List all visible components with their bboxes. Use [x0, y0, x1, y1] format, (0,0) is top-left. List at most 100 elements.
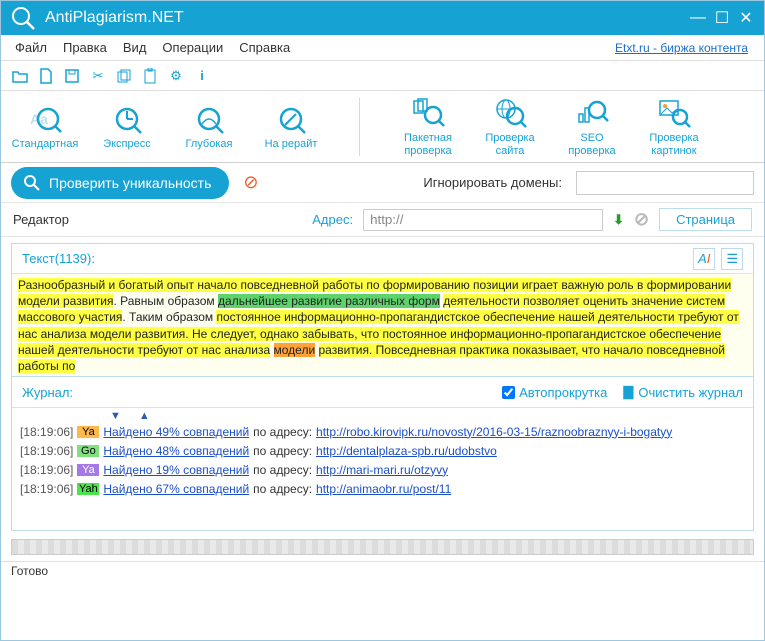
minimize-button[interactable]: — — [688, 9, 708, 27]
found-link[interactable]: Найдено 49% совпадений — [103, 425, 249, 439]
journal-row: [18:19:06] Ya Найдено 19% совпадений по … — [20, 460, 745, 479]
brush-icon: ▇ — [623, 384, 633, 400]
info-icon[interactable]: i — [193, 67, 211, 85]
cut-icon[interactable]: ✂ — [89, 67, 107, 85]
site-check-icon — [493, 96, 527, 130]
menu-operations[interactable]: Операции — [154, 37, 231, 58]
address-input[interactable] — [363, 209, 603, 231]
journal-header: Журнал: Автопрокрутка ▇Очистить журнал — [12, 376, 753, 408]
mode-express[interactable]: Экспресс — [89, 100, 165, 152]
mode-images[interactable]: Проверка картинок — [636, 94, 712, 158]
settings-icon[interactable]: ⚙ — [167, 67, 185, 85]
engine-badge: Ya — [77, 426, 99, 438]
express-search-icon — [110, 102, 144, 136]
mode-label: На рерайт — [265, 138, 318, 150]
mode-site[interactable]: Проверка сайта — [472, 94, 548, 158]
journal-label: Журнал: — [22, 385, 73, 400]
menu-file[interactable]: Файл — [7, 37, 55, 58]
row-time: [18:19:06] — [20, 425, 73, 439]
editor-mode-list-icon[interactable]: ☰ — [721, 248, 743, 270]
mode-seo[interactable]: SEO проверка — [554, 94, 630, 158]
menu-view[interactable]: Вид — [115, 37, 155, 58]
image-check-icon — [657, 96, 691, 130]
deep-search-icon — [192, 102, 226, 136]
mode-label: Проверка сайта — [485, 132, 534, 156]
ignore-domains-input[interactable] — [576, 171, 754, 195]
check-button-label: Проверить уникальность — [49, 175, 211, 191]
mode-batch[interactable]: Пакетная проверка — [390, 94, 466, 158]
mode-label: Проверка картинок — [649, 132, 698, 156]
autoscroll-input[interactable] — [502, 386, 515, 399]
url-link[interactable]: http://mari-mari.ru/otzyvy — [316, 463, 448, 477]
new-file-icon[interactable] — [37, 67, 55, 85]
sort-down-icon[interactable]: ▼ — [110, 410, 121, 422]
editor-panel: Текст(1139): AI ☰ Разнообразный и богаты… — [11, 243, 754, 531]
text-count-label: Текст(1139): — [22, 251, 95, 266]
menu-help[interactable]: Справка — [231, 37, 298, 58]
mode-rewrite[interactable]: На рерайт — [253, 100, 329, 152]
clear-journal-button[interactable]: ▇Очистить журнал — [623, 384, 743, 400]
status-text: Готово — [11, 564, 48, 578]
ignore-domains-label: Игнорировать домены: — [423, 175, 562, 190]
check-bar: Проверить уникальность ⊘ Игнорировать до… — [1, 163, 764, 203]
mode-label: Пакетная проверка — [404, 132, 452, 156]
row-time: [18:19:06] — [20, 482, 73, 496]
app-logo-icon — [9, 4, 37, 32]
paste-icon[interactable] — [141, 67, 159, 85]
address-bar: Редактор Адрес: ⬇ ⊘ Страница — [1, 203, 764, 237]
open-folder-icon[interactable] — [11, 67, 29, 85]
ribbon-batch-modes: Пакетная проверка Проверка сайта SEO про… — [390, 94, 712, 158]
close-button[interactable]: ✕ — [736, 8, 756, 28]
row-mid: по адресу: — [253, 482, 312, 496]
mode-label: Стандартная — [12, 138, 79, 150]
cancel-address-icon[interactable]: ⊘ — [634, 209, 649, 230]
download-icon[interactable]: ⬇ — [613, 212, 624, 228]
ribbon-check-modes: Aa Стандартная Экспресс Глубокая На рера… — [7, 100, 329, 152]
mode-standard[interactable]: Aa Стандартная — [7, 100, 83, 152]
row-mid: по адресу: — [253, 463, 312, 477]
url-link[interactable]: http://dentalplaza-spb.ru/udobstvo — [316, 444, 497, 458]
editor-mode-a-icon[interactable]: AI — [693, 248, 715, 270]
mode-label: SEO проверка — [568, 132, 615, 156]
editor-label: Редактор — [13, 212, 69, 227]
editor-textarea[interactable]: Разнообразный и богатый опыт начало повс… — [12, 274, 753, 376]
menubar: Файл Правка Вид Операции Справка Etxt.ru… — [1, 35, 764, 61]
rewrite-search-icon — [274, 102, 308, 136]
journal-row: [18:19:06] Ya Найдено 49% совпадений по … — [20, 422, 745, 441]
progress-bar — [11, 539, 754, 555]
found-link[interactable]: Найдено 67% совпадений — [103, 482, 249, 496]
engine-badge: Ya — [77, 464, 99, 476]
url-link[interactable]: http://robo.kirovipk.ru/novosty/2016-03-… — [316, 425, 672, 439]
seo-check-icon — [575, 96, 609, 130]
sort-arrows[interactable]: ▼▲ — [20, 410, 745, 422]
row-time: [18:19:06] — [20, 463, 73, 477]
row-mid: по адресу: — [253, 444, 312, 458]
page-button[interactable]: Страница — [659, 208, 752, 231]
mode-deep[interactable]: Глубокая — [171, 100, 247, 152]
found-link[interactable]: Найдено 19% совпадений — [103, 463, 249, 477]
stop-icon[interactable]: ⊘ — [243, 172, 258, 193]
url-link[interactable]: http://animaobr.ru/post/11 — [316, 482, 451, 496]
status-bar: Готово — [1, 561, 764, 583]
editor-header: Текст(1139): AI ☰ — [12, 244, 753, 274]
maximize-button[interactable]: ☐ — [712, 8, 732, 28]
save-icon[interactable] — [63, 67, 81, 85]
mode-label: Глубокая — [186, 138, 233, 150]
check-uniqueness-button[interactable]: Проверить уникальность — [11, 167, 229, 199]
autoscroll-checkbox[interactable]: Автопрокрутка — [502, 385, 607, 400]
copy-icon[interactable] — [115, 67, 133, 85]
engine-badge: Go — [77, 445, 99, 457]
etxt-link[interactable]: Etxt.ru - биржа контента — [615, 41, 748, 55]
found-link[interactable]: Найдено 48% совпадений — [103, 444, 249, 458]
ribbon: Aa Стандартная Экспресс Глубокая На рера… — [1, 91, 764, 163]
engine-badge: Yah — [77, 483, 99, 495]
sort-up-icon[interactable]: ▲ — [139, 410, 150, 422]
search-icon — [23, 174, 41, 192]
address-label: Адрес: — [312, 212, 353, 227]
app-title: AntiPlagiarism.NET — [45, 9, 684, 27]
standard-search-icon: Aa — [28, 102, 62, 136]
journal-body[interactable]: ▼▲ [18:19:06] Ya Найдено 49% совпадений … — [12, 408, 753, 530]
row-time: [18:19:06] — [20, 444, 73, 458]
titlebar: AntiPlagiarism.NET — ☐ ✕ — [1, 1, 764, 35]
menu-edit[interactable]: Правка — [55, 37, 115, 58]
